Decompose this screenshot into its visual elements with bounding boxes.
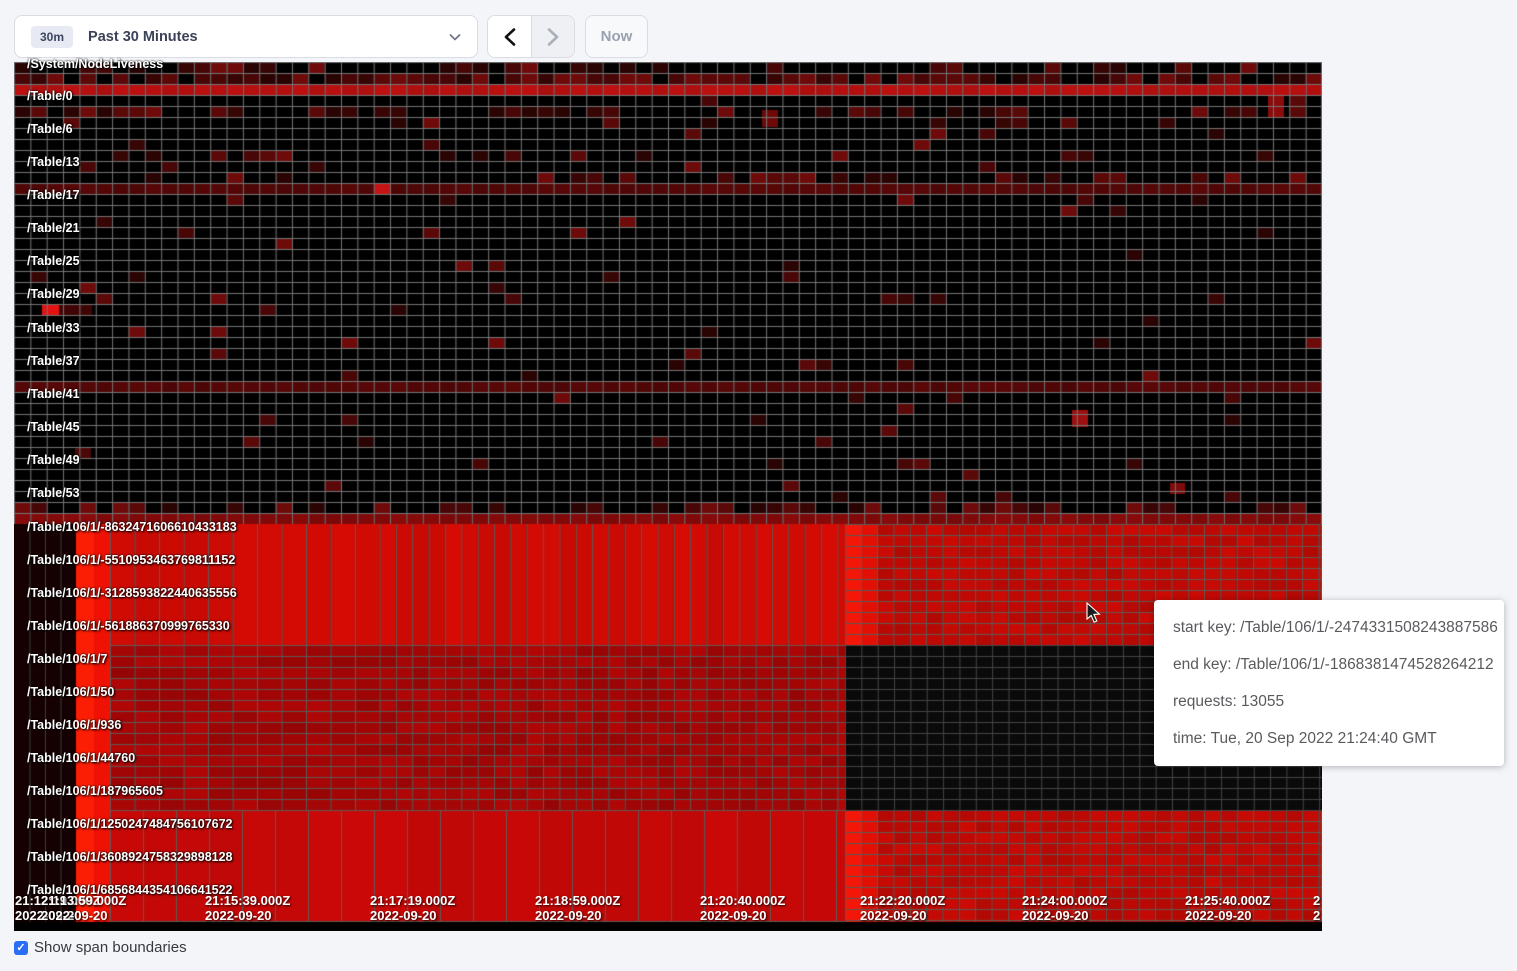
show-span-boundaries-control[interactable]: ✓ Show span boundaries xyxy=(14,939,187,956)
chevron-left-icon xyxy=(504,28,516,46)
heatmap-canvas[interactable] xyxy=(14,62,1322,931)
checkbox-checked-icon[interactable]: ✓ xyxy=(14,941,28,955)
hover-tooltip: start key: /Table/106/1/-247433150824388… xyxy=(1154,600,1504,766)
key-visualizer-chart: /System/NodeLiveness/Table/0/Table/6/Tab… xyxy=(14,62,1322,931)
time-window-badge: 30m xyxy=(31,26,73,48)
time-window-label: Past 30 Minutes xyxy=(88,29,198,45)
prev-time-button[interactable] xyxy=(488,16,531,57)
time-window-dropdown[interactable]: 30m Past 30 Minutes xyxy=(14,15,478,58)
now-button[interactable]: Now xyxy=(585,15,648,58)
chevron-right-icon xyxy=(547,28,559,46)
tooltip-start-key: start key: /Table/106/1/-247433150824388… xyxy=(1173,609,1485,646)
next-time-button[interactable] xyxy=(531,16,574,57)
toolbar: 30m Past 30 Minutes Now xyxy=(14,15,714,58)
time-nav-group xyxy=(487,15,575,58)
tooltip-requests: requests: 13055 xyxy=(1173,683,1485,720)
tooltip-end-key: end key: /Table/106/1/-18683814745282642… xyxy=(1173,646,1485,683)
show-span-boundaries-label: Show span boundaries xyxy=(34,939,187,956)
tooltip-time: time: Tue, 20 Sep 2022 21:24:40 GMT xyxy=(1173,720,1485,757)
chevron-down-icon xyxy=(449,33,461,41)
